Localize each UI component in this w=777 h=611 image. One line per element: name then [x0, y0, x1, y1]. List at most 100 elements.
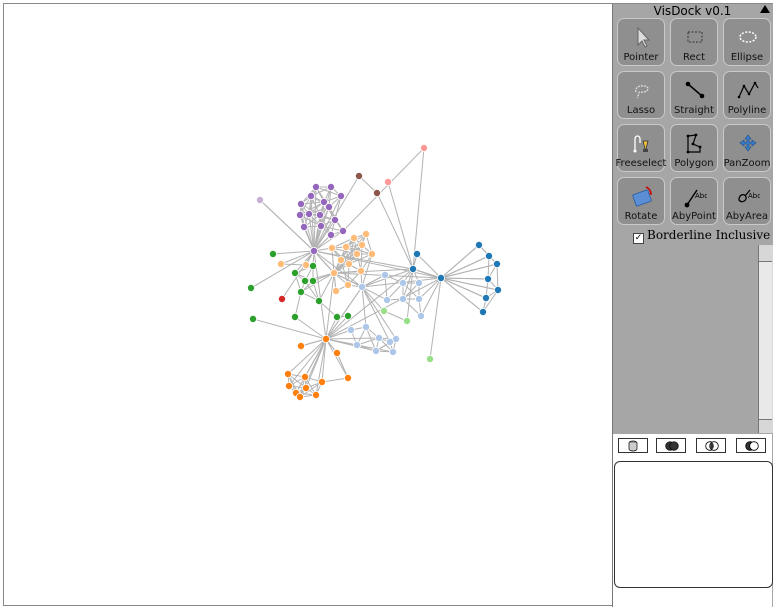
graph-node[interactable] — [388, 347, 397, 356]
graph-node[interactable] — [398, 278, 407, 287]
graph-node[interactable] — [309, 246, 318, 255]
graph-node[interactable] — [295, 210, 304, 219]
graph-node[interactable] — [338, 226, 347, 235]
graph-node[interactable] — [343, 311, 352, 320]
graph-node[interactable] — [326, 230, 335, 239]
graph-node[interactable] — [301, 383, 310, 392]
graph-node[interactable] — [483, 274, 492, 283]
graph-node[interactable] — [380, 270, 389, 279]
set-union-button[interactable] — [656, 438, 686, 453]
graph-node[interactable] — [371, 346, 380, 355]
graph-node[interactable] — [314, 296, 323, 305]
graph-node[interactable] — [372, 188, 381, 197]
graph-node[interactable] — [402, 316, 411, 325]
graph-node[interactable] — [478, 307, 487, 316]
graph-node[interactable] — [300, 372, 309, 381]
borderline-inclusive-checkbox[interactable]: ✓ — [633, 233, 644, 244]
graph-node[interactable] — [379, 306, 388, 315]
tool-lasso-button[interactable]: Lasso — [617, 71, 665, 119]
graph-node[interactable] — [327, 243, 336, 252]
graph-node[interactable] — [385, 337, 394, 346]
tool-polyline-button[interactable]: Polyline — [723, 71, 771, 119]
graph-node[interactable] — [268, 249, 277, 258]
graph-node[interactable] — [357, 282, 366, 291]
graph-node[interactable] — [321, 334, 330, 343]
scrollbar-thumb[interactable] — [759, 261, 772, 420]
graph-node[interactable] — [284, 381, 293, 390]
graph-node[interactable] — [308, 261, 317, 270]
graph-node[interactable] — [296, 287, 305, 296]
graph-node[interactable] — [332, 348, 341, 357]
graph-node[interactable] — [324, 202, 333, 211]
graph-node[interactable] — [493, 285, 502, 294]
graph-node[interactable] — [329, 268, 338, 277]
graph-node[interactable] — [419, 143, 428, 152]
graph-node[interactable] — [316, 221, 325, 230]
graph-node[interactable] — [315, 210, 324, 219]
graph-node[interactable] — [414, 294, 423, 303]
tool-pointer-button[interactable]: Pointer — [617, 18, 665, 66]
layers-scrollbar[interactable] — [758, 245, 773, 433]
graph-node[interactable] — [300, 276, 309, 285]
graph-node[interactable] — [408, 264, 417, 273]
graph-node[interactable] — [398, 294, 407, 303]
graph-node[interactable] — [492, 259, 501, 268]
tool-straight-button[interactable]: Straight — [670, 71, 718, 119]
graph-node[interactable] — [357, 240, 366, 249]
graph-node[interactable] — [425, 354, 434, 363]
graph-node[interactable] — [414, 278, 423, 287]
set-difference-button[interactable] — [736, 438, 766, 453]
graph-node[interactable] — [330, 215, 339, 224]
network-graph-canvas[interactable] — [4, 4, 612, 605]
graph-node[interactable] — [246, 283, 255, 292]
graph-node[interactable] — [332, 312, 341, 321]
collapse-up-icon[interactable] — [760, 5, 770, 13]
tool-rect-button[interactable]: Rect — [670, 18, 718, 66]
graph-node[interactable] — [277, 294, 286, 303]
graph-node[interactable] — [317, 377, 326, 386]
graph-node[interactable] — [383, 177, 392, 186]
graph-node[interactable] — [416, 311, 425, 320]
graph-node[interactable] — [346, 325, 355, 334]
graph-node[interactable] — [352, 249, 361, 258]
graph-node[interactable] — [412, 249, 421, 258]
tool-polygon-button[interactable]: Polygon — [670, 124, 718, 172]
graph-node[interactable] — [367, 249, 376, 258]
graph-node[interactable] — [306, 191, 315, 200]
graph-node[interactable] — [344, 259, 353, 268]
graph-node[interactable] — [352, 340, 361, 349]
tool-abyarea-button[interactable]: Abc AbyArea — [723, 177, 771, 225]
graph-node[interactable] — [349, 233, 358, 242]
graph-node[interactable] — [308, 276, 317, 285]
annotation-query-box[interactable] — [614, 461, 773, 588]
graph-node[interactable] — [341, 242, 350, 251]
graph-node[interactable] — [296, 341, 305, 350]
tool-panzoom-button[interactable]: PanZoom — [723, 124, 771, 172]
tool-ellipse-button[interactable]: Ellipse — [723, 18, 771, 66]
graph-node[interactable] — [299, 222, 308, 231]
graph-node[interactable] — [343, 280, 352, 289]
graph-node[interactable] — [343, 373, 352, 382]
graph-node[interactable] — [474, 240, 483, 249]
tool-abypoint-button[interactable]: Abc AbyPoint — [670, 177, 718, 225]
set-common-button[interactable] — [618, 438, 648, 453]
graph-node[interactable] — [296, 199, 305, 208]
graph-node[interactable] — [304, 209, 313, 218]
tool-freeselect-button[interactable]: Freeselect — [616, 124, 666, 172]
graph-node[interactable] — [336, 191, 345, 200]
graph-node[interactable] — [283, 369, 292, 378]
graph-node[interactable] — [248, 314, 257, 323]
graph-node[interactable] — [331, 286, 340, 295]
graph-node[interactable] — [290, 312, 299, 321]
borderline-inclusive-toggle[interactable]: ✓ Borderline Inclusive — [633, 228, 770, 244]
graph-node[interactable] — [484, 251, 493, 260]
graph-node[interactable] — [481, 293, 490, 302]
graph-node[interactable] — [311, 390, 320, 399]
graph-node[interactable] — [374, 333, 383, 342]
set-intersection-button[interactable] — [696, 438, 726, 453]
graph-node[interactable] — [336, 255, 345, 264]
query-layers-list[interactable] — [613, 245, 758, 433]
tool-rotate-button[interactable]: Rotate — [617, 177, 665, 225]
graph-node[interactable] — [295, 392, 304, 401]
graph-node[interactable] — [276, 259, 285, 268]
